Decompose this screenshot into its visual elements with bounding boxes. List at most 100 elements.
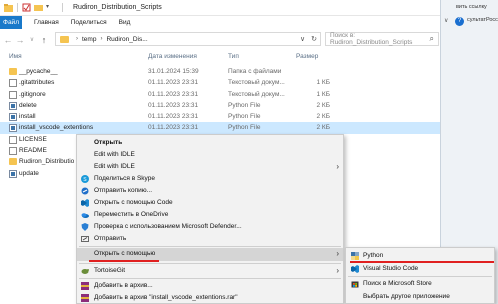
menu-item-label: Проверка с использованием Microsoft Defe… xyxy=(94,223,242,230)
file-size: 2 КБ xyxy=(316,113,330,121)
python-file-icon xyxy=(9,101,17,110)
file-name: update xyxy=(19,169,39,177)
chevron-down-icon[interactable]: ∨ xyxy=(300,35,305,43)
document-icon xyxy=(9,147,17,156)
divider xyxy=(62,3,63,12)
tab-share[interactable]: Поделиться xyxy=(71,19,107,26)
send-icon xyxy=(81,236,89,242)
file-date: 01.11.2023 23:31 xyxy=(148,124,199,132)
tab-home[interactable]: Главная xyxy=(34,19,59,26)
column-date[interactable]: Дата изменения xyxy=(148,53,197,60)
breadcrumb-current[interactable]: Rudiron_Dis... xyxy=(106,36,147,43)
onedrive-icon xyxy=(81,213,89,218)
file-row[interactable]: .gitignore 01.11.2023 23:31 Текстовый до… xyxy=(0,89,440,100)
column-type[interactable]: Тип xyxy=(228,53,239,60)
winrar-icon xyxy=(81,282,89,290)
column-name[interactable]: Имя xyxy=(9,53,22,60)
file-name: install_vscode_extentions xyxy=(19,124,94,132)
menu-item-send[interactable]: Отправить xyxy=(77,233,343,246)
menu-item-label: Открыть xyxy=(94,139,123,146)
menu-item-tortoisegit[interactable]: TortoiseGit › xyxy=(77,265,343,278)
python-file-icon xyxy=(9,113,17,122)
menu-item-open-vscode[interactable]: Открыть с помощью Code xyxy=(77,197,343,210)
menu-separator xyxy=(79,246,341,247)
document-icon xyxy=(9,90,17,99)
file-name: LICENSE xyxy=(19,135,47,143)
chevron-right-icon: › xyxy=(336,266,339,275)
search-icon[interactable]: ⌕ xyxy=(430,34,434,44)
background-text: вить ссылку xyxy=(456,4,487,10)
store-icon xyxy=(351,281,359,288)
address-bar[interactable]: › temp › Rudiron_Dis... ∨ ↻ xyxy=(55,32,321,46)
file-name: .gitattributes xyxy=(19,79,55,87)
vscode-icon xyxy=(351,265,359,273)
skype-icon: S xyxy=(81,175,89,183)
breadcrumb-temp[interactable]: temp xyxy=(82,36,96,43)
column-headers: Имя Дата изменения Тип Размер xyxy=(0,51,440,63)
menu-item-label: Переместить в OneDrive xyxy=(94,211,169,218)
file-row[interactable]: delete 01.11.2023 23:31 Python File 2 КБ xyxy=(0,100,440,111)
menu-separator xyxy=(79,263,341,264)
submenu-item-choose-other[interactable]: Выбрать другое приложение xyxy=(346,291,494,303)
submenu-item-store[interactable]: Поиск в Microsoft Store xyxy=(346,278,494,290)
python-file-icon xyxy=(9,169,17,178)
menu-separator xyxy=(348,276,492,277)
file-row[interactable]: __pycache__ 31.01.2024 15:39 Папка с фай… xyxy=(0,66,440,77)
menu-separator xyxy=(79,278,341,279)
ribbon-tabs: Файл Главная Поделиться Вид xyxy=(0,16,440,29)
file-type: Текстовый докум... xyxy=(228,90,285,98)
menu-item-send-copy[interactable]: Отправить копию... xyxy=(77,185,343,198)
submenu-item-vscode[interactable]: Visual Studio Code xyxy=(346,263,494,275)
file-row[interactable]: .gitattributes 01.11.2023 23:31 Текстовы… xyxy=(0,77,440,88)
menu-item-edit-idle[interactable]: Edit with IDLE xyxy=(77,149,343,162)
menu-item-open[interactable]: Открыть xyxy=(77,137,343,150)
file-size: 1 КБ xyxy=(316,90,330,98)
menu-item-onedrive[interactable]: Переместить в OneDrive xyxy=(77,209,343,222)
file-name: .gitignore xyxy=(19,90,46,98)
new-folder-icon[interactable] xyxy=(34,3,43,12)
menu-item-add-rar[interactable]: Добавить в архив "install_vscode_extenti… xyxy=(77,292,343,304)
menu-item-label: Добавить в архив... xyxy=(94,282,153,289)
annotation-underline xyxy=(89,260,159,262)
address-tail: ∨ ↻ xyxy=(300,35,317,43)
menu-item-edit-idle-submenu[interactable]: Edit with IDLE › xyxy=(77,161,343,174)
search-input[interactable]: Поиск в: Rudiron_Distribution_Scripts ⌕ xyxy=(325,32,439,46)
file-type: Папка с файлами xyxy=(228,68,282,75)
file-size: 1 КБ xyxy=(316,79,330,87)
file-name: README xyxy=(19,147,47,155)
chevron-right-icon: › xyxy=(100,36,103,42)
menu-item-defender[interactable]: Проверка с использованием Microsoft Defe… xyxy=(77,221,343,234)
up-arrow-icon[interactable]: ↑ xyxy=(38,35,50,45)
file-row-selected[interactable]: install_vscode_extentions 01.11.2023 23:… xyxy=(0,122,440,134)
forward-arrow-icon[interactable]: → xyxy=(14,35,26,45)
refresh-icon[interactable]: ↻ xyxy=(311,35,317,43)
tab-view[interactable]: Вид xyxy=(119,19,131,26)
column-size[interactable]: Размер xyxy=(296,53,318,60)
menu-item-add-archive[interactable]: Добавить в архив... xyxy=(77,280,343,293)
chevron-right-icon: › xyxy=(336,162,339,171)
chevron-down-icon[interactable]: ∨ xyxy=(444,17,448,24)
properties-icon[interactable] xyxy=(22,3,31,12)
file-row[interactable]: install 01.11.2023 23:31 Python File 2 К… xyxy=(0,111,440,122)
shield-icon xyxy=(81,223,89,231)
share-icon xyxy=(81,187,89,195)
winrar-icon xyxy=(81,294,89,302)
document-icon xyxy=(9,135,17,144)
menu-item-open-with[interactable]: Открыть с помощью › xyxy=(77,248,343,261)
file-date: 01.11.2023 23:31 xyxy=(148,113,199,121)
search-placeholder: Поиск в: Rudiron_Distribution_Scripts xyxy=(330,32,413,46)
file-name: delete xyxy=(19,101,37,109)
file-name: __pycache__ xyxy=(19,68,58,75)
tab-file[interactable]: Файл xyxy=(0,16,22,29)
menu-item-label: Отправить xyxy=(94,235,127,242)
file-type: Python File xyxy=(228,124,261,132)
back-arrow-icon[interactable]: ← xyxy=(2,35,14,45)
menu-item-label: Поделиться в Skype xyxy=(94,175,156,182)
recent-dropdown-icon[interactable]: ∨ xyxy=(26,36,38,43)
chevron-right-icon: › xyxy=(76,36,78,42)
qa-dropdown-icon[interactable]: ▾ xyxy=(46,3,55,12)
menu-item-skype[interactable]: S Поделиться в Skype xyxy=(77,173,343,186)
python-file-icon xyxy=(9,124,17,133)
help-icon[interactable]: ? xyxy=(455,17,464,26)
open-with-submenu: Python Visual Studio Code Поиск в Micros… xyxy=(345,247,495,304)
